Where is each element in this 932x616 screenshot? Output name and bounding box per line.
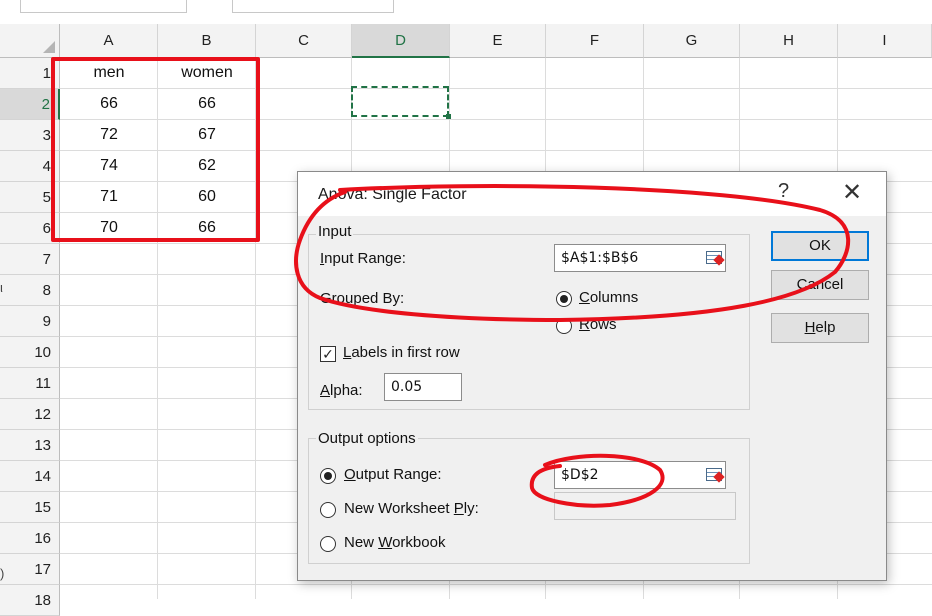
rows-label[interactable]: Rows [579, 316, 617, 333]
select-all-button[interactable] [0, 24, 60, 58]
row-header-12[interactable]: 12 [0, 399, 60, 430]
output-range-label[interactable]: Output Range: [344, 466, 442, 483]
edge-mark: ι [0, 280, 3, 295]
data-highlight-box [51, 57, 260, 242]
output-range-radio[interactable] [320, 468, 336, 484]
new-worksheet-label[interactable]: New Worksheet Ply: [344, 500, 479, 517]
new-worksheet-radio[interactable] [320, 502, 336, 518]
formula-bar[interactable] [232, 0, 394, 13]
collapse-dialog-icon[interactable] [704, 465, 726, 485]
close-icon[interactable]: ✕ [842, 178, 862, 207]
anova-dialog: Anova: Single Factor ? ✕ Input Input Ran… [297, 171, 887, 581]
help-button[interactable]: Help [771, 313, 869, 343]
column-header-d[interactable]: D [352, 24, 450, 58]
row-header-18[interactable]: 18 [0, 585, 60, 616]
row-header-9[interactable]: 9 [0, 306, 60, 337]
name-box[interactable] [20, 0, 187, 13]
row-header-15[interactable]: 15 [0, 492, 60, 523]
dialog-title: Anova: Single Factor [318, 186, 467, 203]
row-header-8[interactable]: 8 [0, 275, 60, 306]
rows-radio[interactable] [556, 318, 572, 334]
active-cell-d2[interactable] [351, 86, 451, 119]
column-header-i[interactable]: I [838, 24, 932, 58]
row-header-13[interactable]: 13 [0, 430, 60, 461]
labels-first-row-label[interactable]: Labels in first row [343, 344, 460, 361]
ok-button[interactable]: OK [771, 231, 869, 261]
labels-first-row-checkbox[interactable]: ✓ [320, 346, 336, 362]
column-header-c[interactable]: C [256, 24, 352, 58]
input-group-title: Input [316, 223, 354, 240]
row-header-17[interactable]: 17 [0, 554, 60, 585]
ribbon-remnant [0, 0, 932, 24]
column-header-g[interactable]: G [644, 24, 740, 58]
grouped-by-label: Grouped By: [320, 290, 405, 307]
input-range-label: Input Range: [320, 250, 406, 267]
columns-radio[interactable] [556, 291, 572, 307]
row-header-14[interactable]: 14 [0, 461, 60, 492]
cancel-button[interactable]: Cancel [771, 270, 869, 300]
new-worksheet-field[interactable] [554, 492, 736, 520]
new-workbook-radio[interactable] [320, 536, 336, 552]
alpha-label: Alpha: [320, 382, 363, 399]
row-header-11[interactable]: 11 [0, 368, 60, 399]
output-group-title: Output options [316, 430, 418, 447]
column-header-h[interactable]: H [740, 24, 838, 58]
output-range-field[interactable]: $D$2 [554, 461, 726, 489]
input-range-field[interactable]: $A$1:$B$6 [554, 244, 726, 272]
row-header-7[interactable]: 7 [0, 244, 60, 275]
help-icon[interactable]: ? [778, 180, 789, 203]
dialog-title-bar[interactable]: Anova: Single Factor ? ✕ [298, 172, 886, 216]
new-workbook-label[interactable]: New Workbook [344, 534, 445, 551]
row-header-10[interactable]: 10 [0, 337, 60, 368]
column-header-a[interactable]: A [60, 24, 158, 58]
columns-label[interactable]: Columns [579, 289, 638, 306]
column-header-e[interactable]: E [450, 24, 546, 58]
column-header-f[interactable]: F [546, 24, 644, 58]
column-header-b[interactable]: B [158, 24, 256, 58]
edge-mark: ) [0, 566, 5, 581]
collapse-dialog-icon[interactable] [704, 248, 726, 268]
alpha-field[interactable]: 0.05 [384, 373, 462, 401]
row-header-16[interactable]: 16 [0, 523, 60, 554]
